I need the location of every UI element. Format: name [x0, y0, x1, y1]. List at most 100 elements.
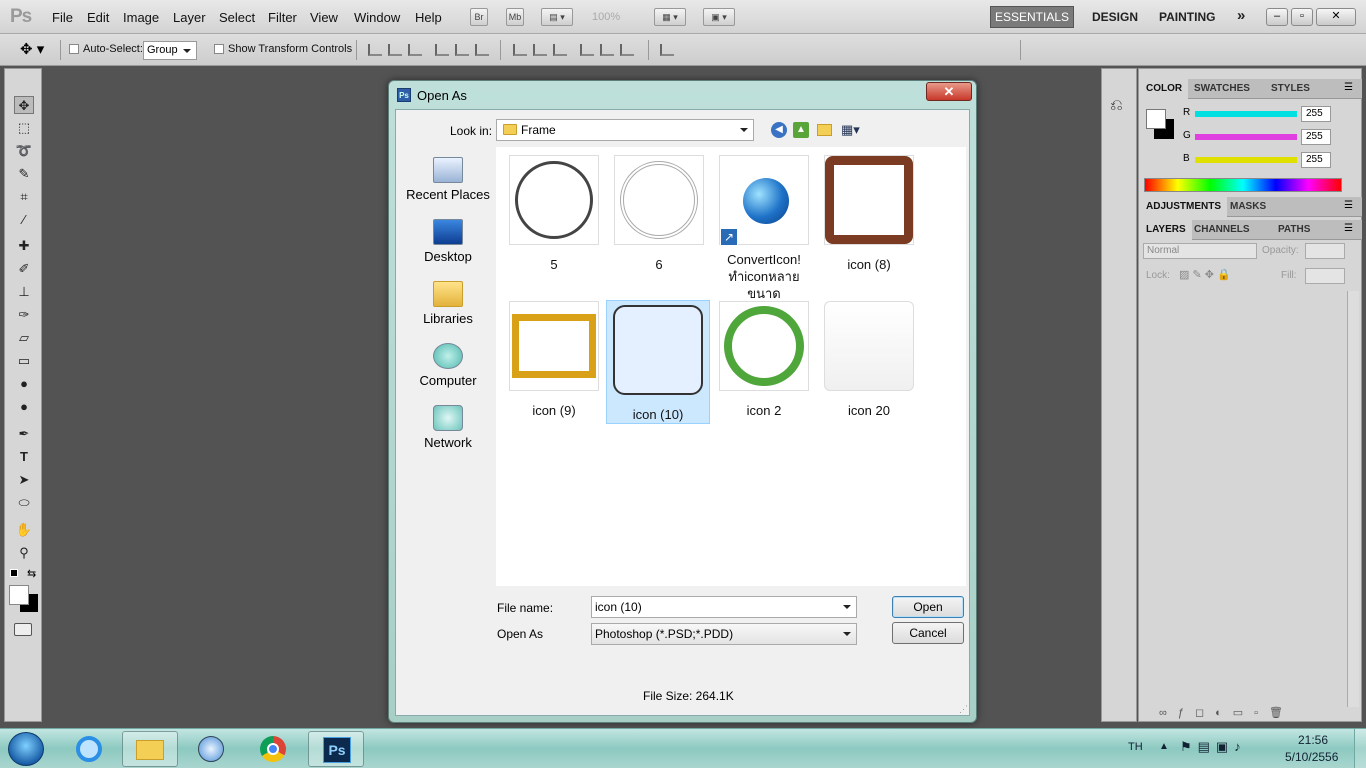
file-name-input[interactable]: icon (10) [591, 596, 857, 618]
distribute-right-icon[interactable] [620, 44, 634, 56]
zoom-tool-icon[interactable]: ⚲ [14, 544, 34, 562]
menu-window[interactable]: Window [354, 10, 400, 25]
auto-align-icon[interactable] [660, 44, 674, 56]
open-as-dropdown[interactable]: Photoshop (*.PSD;*.PDD) [591, 623, 857, 645]
minimize-button[interactable]: – [1266, 8, 1288, 26]
menu-layer[interactable]: Layer [173, 10, 206, 25]
close-button[interactable]: ✕ [1316, 8, 1356, 26]
file-item-selected[interactable]: icon (10) [606, 300, 710, 424]
align-right-icon[interactable] [475, 44, 489, 56]
pen-tool-icon[interactable]: ✒ [14, 425, 34, 443]
tab-adjustments[interactable]: ADJUSTMENTS [1140, 197, 1228, 217]
file-item[interactable]: icon 20 [817, 301, 921, 419]
view-extras-icon[interactable]: ▤ ▾ [541, 8, 573, 26]
dialog-close-button[interactable]: ✕ [926, 82, 972, 101]
more-workspaces-icon[interactable]: » [1237, 7, 1245, 24]
place-computer[interactable]: Computer [404, 343, 492, 388]
screen-mode-icon[interactable]: ▣ ▾ [703, 8, 735, 26]
gradient-tool-icon[interactable]: ▭ [14, 352, 34, 370]
marquee-tool-icon[interactable]: ⬚ [14, 119, 34, 137]
distribute-left-icon[interactable] [580, 44, 594, 56]
workspace-design[interactable]: DESIGN [1092, 10, 1138, 24]
menu-filter[interactable]: Filter [268, 10, 297, 25]
look-in-dropdown[interactable]: Frame [496, 119, 754, 141]
panel-menu-icon[interactable]: ☰ [1344, 200, 1353, 211]
auto-select-dropdown[interactable]: Group [143, 41, 197, 60]
distribute-vcenter-icon[interactable] [533, 44, 547, 56]
tab-styles[interactable]: STYLES [1265, 79, 1316, 99]
eraser-tool-icon[interactable]: ▱ [14, 329, 34, 347]
zoom-level[interactable]: 100% [592, 11, 620, 23]
show-desktop-button[interactable] [1354, 729, 1366, 768]
menu-help[interactable]: Help [415, 10, 442, 25]
clone-stamp-tool-icon[interactable]: ⊥ [14, 283, 34, 301]
color-spectrum[interactable] [1144, 178, 1342, 192]
foreground-color-swatch[interactable] [9, 585, 29, 605]
file-item[interactable]: 6 [607, 155, 711, 273]
show-hidden-icons[interactable]: ▲ [1159, 741, 1169, 752]
opacity-input[interactable] [1305, 243, 1345, 259]
language-indicator[interactable]: TH [1128, 741, 1143, 753]
align-top-icon[interactable] [368, 44, 382, 56]
restore-button[interactable]: ▫ [1291, 8, 1313, 26]
slider-b-value[interactable]: 255 [1301, 152, 1331, 168]
auto-select-checkbox[interactable] [69, 44, 79, 54]
tray-icons[interactable]: ⚑▤▣♪ [1180, 739, 1247, 755]
move-tool-icon[interactable]: ✥ [14, 96, 34, 114]
dodge-tool-icon[interactable]: ● [14, 398, 34, 416]
open-button[interactable]: Open [892, 596, 964, 618]
clock-date[interactable]: 5/10/2556 [1285, 750, 1338, 764]
menu-edit[interactable]: Edit [87, 10, 109, 25]
layers-footer-icons[interactable]: ∞ƒ◻◐▭▫🗑 [1159, 706, 1294, 719]
healing-brush-tool-icon[interactable]: ✚ [14, 237, 34, 255]
slider-g-track[interactable] [1195, 134, 1297, 140]
place-recent[interactable]: Recent Places [404, 157, 492, 202]
slider-b-track[interactable] [1195, 157, 1297, 163]
blend-mode-select[interactable]: Normal [1143, 243, 1257, 259]
tab-layers[interactable]: LAYERS [1140, 220, 1192, 240]
type-tool-icon[interactable]: T [14, 448, 34, 466]
slider-r-track[interactable] [1195, 111, 1297, 117]
quick-mask-icon[interactable] [14, 623, 32, 636]
distribute-hcenter-icon[interactable] [600, 44, 614, 56]
path-select-tool-icon[interactable]: ➤ [14, 471, 34, 489]
color-fg-swatch[interactable] [1146, 109, 1166, 129]
brush-tool-icon[interactable]: ✐ [14, 260, 34, 278]
ellipse-tool-icon[interactable]: ⬭ [14, 494, 34, 512]
align-hcenter-icon[interactable] [455, 44, 469, 56]
menu-view[interactable]: View [310, 10, 338, 25]
chrome-taskbar-button[interactable] [246, 731, 302, 767]
up-folder-icon[interactable]: ▲ [793, 122, 809, 138]
file-item[interactable]: icon (8) [817, 155, 921, 273]
hand-tool-icon[interactable]: ✋ [14, 521, 34, 539]
clock-time[interactable]: 21:56 [1298, 733, 1328, 747]
back-icon[interactable]: ◀ [771, 122, 787, 138]
tab-channels[interactable]: CHANNELS [1188, 220, 1256, 240]
align-vcenter-icon[interactable] [388, 44, 402, 56]
default-colors-icon[interactable] [10, 569, 18, 577]
lasso-tool-icon[interactable]: ➰ [14, 142, 34, 160]
swap-colors-icon[interactable]: ⇆ [27, 567, 36, 580]
workspace-essentials[interactable]: ESSENTIALS [990, 6, 1074, 28]
history-panel-icon[interactable]: ⎌ [1110, 97, 1123, 115]
slider-r-value[interactable]: 255 [1301, 106, 1331, 122]
safari-taskbar-button[interactable] [184, 731, 240, 767]
place-network[interactable]: Network [404, 405, 492, 450]
align-left-icon[interactable] [435, 44, 449, 56]
explorer-taskbar-button[interactable] [122, 731, 178, 767]
show-transform-checkbox[interactable] [214, 44, 224, 54]
tab-masks[interactable]: MASKS [1224, 197, 1272, 217]
file-item[interactable]: icon 2 [712, 301, 816, 419]
bridge-button[interactable]: Br [470, 8, 488, 26]
menu-file[interactable]: File [52, 10, 73, 25]
arrange-documents-icon[interactable]: ▦ ▾ [654, 8, 686, 26]
tab-paths[interactable]: PATHS [1272, 220, 1316, 240]
slider-g-value[interactable]: 255 [1301, 129, 1331, 145]
place-libraries[interactable]: Libraries [404, 281, 492, 326]
start-button[interactable] [8, 732, 44, 766]
mini-bridge-button[interactable]: Mb [506, 8, 524, 26]
distribute-top-icon[interactable] [513, 44, 527, 56]
menu-select[interactable]: Select [219, 10, 255, 25]
place-desktop[interactable]: Desktop [404, 219, 492, 264]
tab-color[interactable]: COLOR [1140, 79, 1189, 99]
